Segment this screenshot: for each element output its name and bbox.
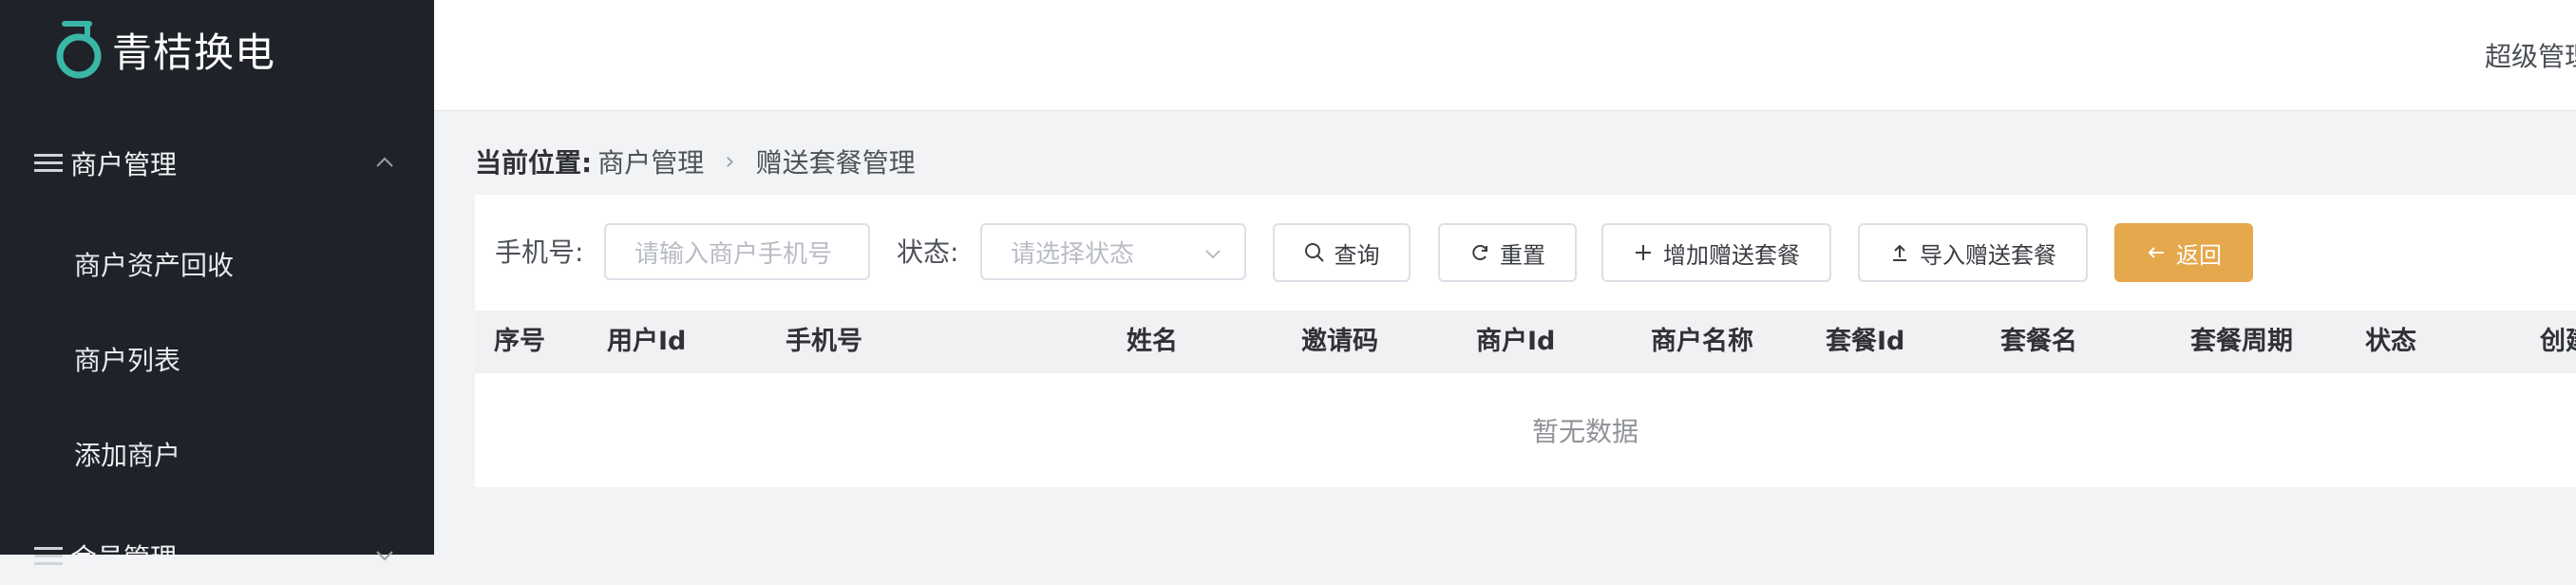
- status-placeholder: 请选择状态: [1011, 239, 1135, 269]
- breadcrumb: 当前位置: 商户管理 › 赠送套餐管理: [475, 142, 916, 180]
- sidebar-item-add-merchant[interactable]: 添加商户: [0, 421, 434, 487]
- column-header: 用户Id: [607, 327, 687, 356]
- sidebar-item-label: 商户列表: [74, 345, 181, 376]
- breadcrumb-label: 当前位置:: [475, 147, 593, 179]
- column-header: 邀请码: [1301, 327, 1378, 356]
- status-label: 状态:: [897, 236, 959, 268]
- phone-input[interactable]: 请输入商户手机号: [604, 223, 870, 280]
- table-header: 序号 用户Id 手机号 姓名 邀请码 商户Id 商户名称 套餐Id 套餐名 套餐…: [475, 311, 2576, 373]
- menu-icon: [34, 154, 63, 173]
- import-gift-package-button[interactable]: 导入赠送套餐: [1858, 223, 2088, 282]
- chevron-up-icon: [372, 150, 397, 175]
- query-label: 查询: [1334, 241, 1380, 269]
- sidebar-item-merchant-list[interactable]: 商户列表: [0, 326, 434, 392]
- menu-group-member[interactable]: 会员管理: [0, 528, 434, 585]
- back-label: 返回: [2176, 241, 2222, 269]
- brand-name: 青桔换电: [112, 28, 276, 76]
- column-header: 套餐Id: [1826, 327, 1905, 356]
- sidebar-item-label: 商户资产回收: [74, 250, 235, 281]
- breadcrumb-item[interactable]: 商户管理: [597, 142, 704, 180]
- import-label: 导入赠送套餐: [1920, 241, 2056, 269]
- column-header: 套餐周期: [2190, 327, 2293, 356]
- reset-label: 重置: [1500, 241, 1545, 269]
- column-header: 商户Id: [1476, 327, 1556, 356]
- empty-text: 暂无数据: [1532, 416, 1639, 447]
- column-header: 姓名: [1127, 327, 1178, 356]
- sidebar-item-label: 添加商户: [74, 440, 181, 471]
- sidebar: 青桔换电 商户管理 商户资产回收 商户列表 添加商户 会员管理: [0, 0, 434, 574]
- back-button[interactable]: 返回: [2114, 223, 2253, 282]
- add-label: 增加赠送套餐: [1663, 241, 1800, 269]
- menu-group-label: 会员管理: [70, 542, 178, 574]
- menu-group-merchant[interactable]: 商户管理: [0, 135, 434, 192]
- refresh-icon: [1472, 244, 1487, 260]
- chevron-right-icon: ›: [725, 147, 735, 176]
- sidebar-item-asset-recovery[interactable]: 商户资产回收: [0, 231, 434, 297]
- chevron-down-icon: [1203, 242, 1223, 271]
- query-button[interactable]: 查询: [1273, 223, 1411, 282]
- column-header: 状态: [2365, 327, 2416, 356]
- table-empty-state: 暂无数据: [475, 373, 2576, 487]
- menu-icon: [34, 547, 63, 566]
- top-header: [434, 0, 2576, 111]
- arrow-left-icon: [2148, 247, 2164, 258]
- column-header: 创建: [2540, 327, 2576, 356]
- user-menu[interactable]: 超级管理: [2485, 36, 2576, 74]
- phone-label: 手机号:: [495, 236, 584, 268]
- column-header: 套餐名: [2000, 327, 2077, 356]
- status-select[interactable]: 请选择状态: [980, 223, 1246, 280]
- search-icon: [1304, 243, 1324, 262]
- column-header: 序号: [494, 327, 545, 356]
- column-header: 商户名称: [1651, 327, 1753, 356]
- phone-placeholder: 请输入商户手机号: [635, 239, 833, 269]
- plus-icon: [1636, 245, 1651, 260]
- breadcrumb-item: 赠送套餐管理: [755, 147, 916, 179]
- add-gift-package-button[interactable]: 增加赠送套餐: [1601, 223, 1831, 282]
- brand-logo-icon: [53, 18, 104, 81]
- column-header: 手机号: [786, 327, 862, 356]
- chevron-down-icon: [372, 543, 397, 568]
- reset-button[interactable]: 重置: [1438, 223, 1577, 282]
- menu-group-label: 商户管理: [70, 149, 178, 180]
- logo: 青桔换电: [53, 13, 275, 85]
- upload-icon: [1893, 244, 1906, 261]
